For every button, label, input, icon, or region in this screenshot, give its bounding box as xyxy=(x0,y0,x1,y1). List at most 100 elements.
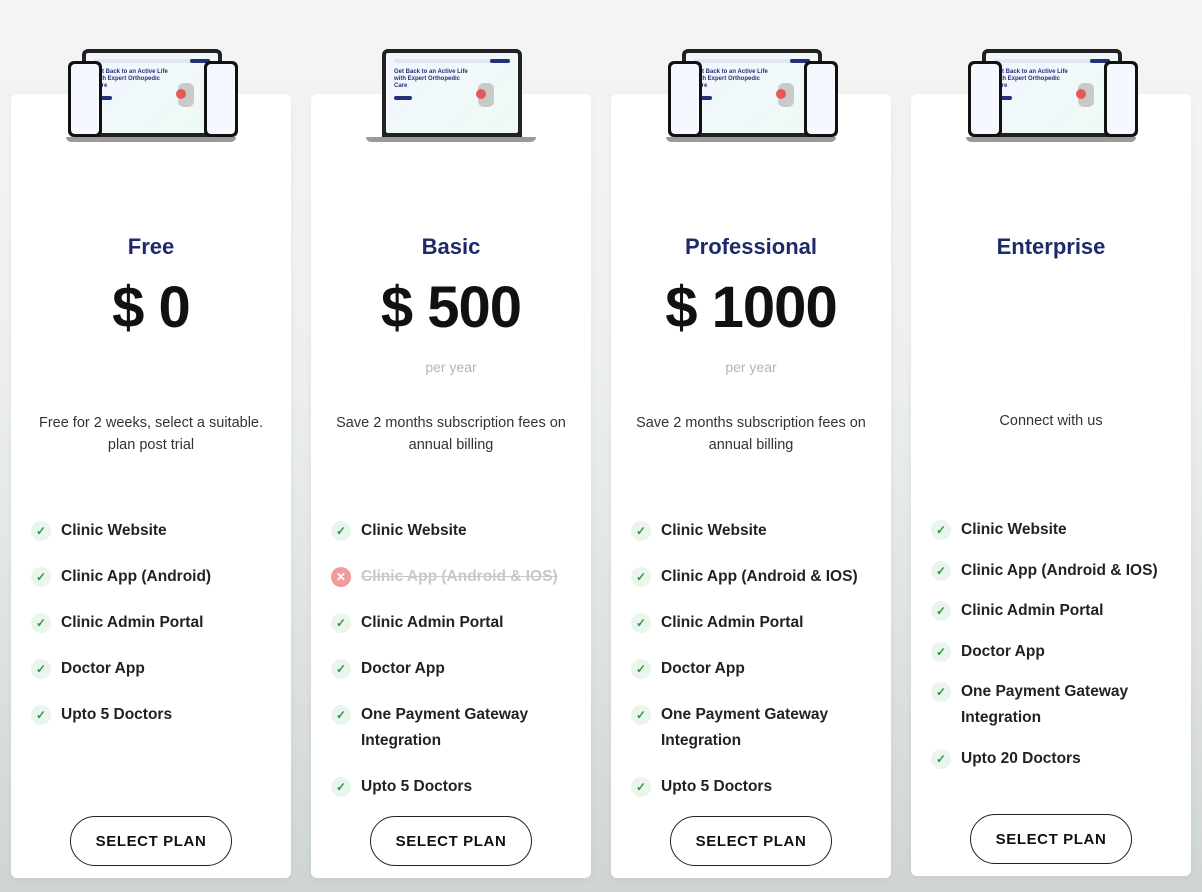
device-mockup-image: Get Back to an Active Life with Expert O… xyxy=(666,45,838,143)
feature-item: ✓ One Payment Gateway Integration xyxy=(631,702,881,754)
feature-list: ✓ Clinic Website ✓ Clinic App (Android) … xyxy=(31,518,281,748)
phone-mockup xyxy=(968,61,1002,137)
feature-label: Clinic Website xyxy=(61,522,167,539)
feature-label: One Payment Gateway Integration xyxy=(661,706,829,749)
check-icon: ✓ xyxy=(931,748,951,769)
select-plan-button[interactable]: SELECT PLAN xyxy=(70,816,232,866)
feature-item: ✓ Doctor App xyxy=(631,656,881,682)
mockup-headline: Get Back to an Active Life with Expert O… xyxy=(694,69,768,89)
feature-label: One Payment Gateway Integration xyxy=(361,706,529,749)
feature-item: ✓ Clinic Admin Portal xyxy=(631,610,881,636)
feature-label: Clinic App (Android & IOS) xyxy=(661,568,858,585)
plan-period: per year xyxy=(425,359,477,375)
feature-item: ✓ Upto 5 Doctors xyxy=(331,774,581,800)
laptop-mockup: Get Back to an Active Life with Expert O… xyxy=(382,49,522,137)
feature-item: ✓ Clinic Admin Portal xyxy=(31,610,281,636)
feature-label: Upto 5 Doctors xyxy=(661,778,773,795)
check-icon: ✓ xyxy=(31,705,51,725)
check-icon: ✓ xyxy=(331,705,351,725)
plan-price: $ 0 xyxy=(112,275,191,340)
check-icon: ✓ xyxy=(931,641,951,662)
check-icon: ✓ xyxy=(931,682,951,702)
feature-label: Upto 20 Doctors xyxy=(961,749,1081,767)
mockup-headline: Get Back to an Active Life with Expert O… xyxy=(94,69,168,89)
plan-price: $ 1000 xyxy=(665,275,837,340)
plan-description: Save 2 months subscription fees on annua… xyxy=(636,415,866,453)
check-icon: ✓ xyxy=(31,613,51,633)
plan-title: Enterprise xyxy=(996,234,1106,259)
mockup-headline: Get Back to an Active Life with Expert O… xyxy=(394,69,468,89)
device-mockup-image: Get Back to an Active Life with Expert O… xyxy=(966,45,1138,143)
feature-list: ✓ Clinic Website ✓ Clinic App (Android &… xyxy=(631,518,881,820)
check-icon: ✓ xyxy=(331,659,351,679)
x-circle-icon: ✕ xyxy=(331,567,351,587)
feature-item: ✓ Doctor App xyxy=(31,656,281,682)
plan-title: Free xyxy=(127,234,175,259)
feature-item: ✓ One Payment Gateway Integration xyxy=(331,702,581,754)
feature-label: Upto 5 Doctors xyxy=(61,706,173,723)
check-icon: ✓ xyxy=(631,521,651,541)
feature-item: ✓ Upto 5 Doctors xyxy=(31,702,281,728)
feature-label: Clinic Admin Portal xyxy=(661,614,804,631)
feature-label: One Payment Gateway Integration xyxy=(961,683,1129,726)
feature-item: ✓ Upto 5 Doctors xyxy=(631,774,881,800)
check-icon: ✓ xyxy=(331,613,351,633)
check-icon: ✓ xyxy=(31,521,51,541)
feature-list: ✓ Clinic Website ✕ Clinic App (Android &… xyxy=(331,518,581,820)
feature-label: Clinic App (Android & IOS) xyxy=(361,568,558,585)
laptop-mockup: Get Back to an Active Life with Expert O… xyxy=(982,49,1122,137)
feature-item: ✓ Clinic App (Android & IOS) xyxy=(931,558,1181,584)
feature-label: Clinic App (Android) xyxy=(61,568,212,585)
feature-item: ✕ Clinic App (Android & IOS) xyxy=(331,564,581,590)
feature-label: Clinic Website xyxy=(661,522,767,539)
feature-label: Doctor App xyxy=(961,642,1045,660)
feature-item: ✓ Clinic Website xyxy=(331,518,581,544)
plan-description: Save 2 months subscription fees on annua… xyxy=(336,415,566,453)
plan-period: per year xyxy=(725,359,777,375)
feature-label: Doctor App xyxy=(61,660,145,677)
plan-card-basic: Get Back to an Active Life with Expert O… xyxy=(311,49,591,878)
phone-mockup xyxy=(668,61,702,137)
feature-list: ✓ Clinic Website ✓ Clinic App (Android &… xyxy=(931,517,1181,786)
feature-label: Doctor App xyxy=(661,660,745,677)
check-icon: ✓ xyxy=(631,705,651,725)
check-icon: ✓ xyxy=(931,520,951,540)
check-icon: ✓ xyxy=(931,601,951,621)
check-icon: ✓ xyxy=(631,613,651,633)
feature-label: Clinic Admin Portal xyxy=(961,602,1104,619)
phone-mockup xyxy=(804,61,838,137)
select-plan-button[interactable]: SELECT PLAN xyxy=(370,816,532,866)
feature-item: ✓ One Payment Gateway Integration xyxy=(931,679,1181,731)
plan-price: $ 500 xyxy=(380,275,522,340)
check-icon: ✓ xyxy=(31,659,51,679)
select-plan-button[interactable]: SELECT PLAN xyxy=(970,814,1132,864)
feature-label: Upto 5 Doctors xyxy=(361,778,473,795)
check-icon: ✓ xyxy=(331,777,351,797)
feature-label: Clinic Admin Portal xyxy=(61,614,204,631)
laptop-mockup: Get Back to an Active Life with Expert O… xyxy=(682,49,822,137)
plan-description: Free for 2 weeks, select a suitable. pla… xyxy=(38,415,264,453)
plan-title: Professional xyxy=(684,234,818,259)
mockup-headline: Get Back to an Active Life with Expert O… xyxy=(994,69,1068,89)
plan-card-free: Get Back to an Active Life with Expert O… xyxy=(11,49,291,878)
laptop-mockup: Get Back to an Active Life with Expert O… xyxy=(82,49,222,137)
feature-item: ✓ Upto 20 Doctors xyxy=(931,746,1181,772)
feature-label: Doctor App xyxy=(361,660,445,677)
select-plan-button[interactable]: SELECT PLAN xyxy=(670,816,832,866)
phone-mockup xyxy=(1104,61,1138,137)
feature-item: ✓ Clinic Website xyxy=(31,518,281,544)
check-icon: ✓ xyxy=(631,777,651,797)
plan-card-enterprise: Get Back to an Active Life with Expert O… xyxy=(911,49,1191,876)
plan-title: Basic xyxy=(421,234,481,259)
feature-label: Clinic App (Android & IOS) xyxy=(961,561,1158,579)
device-mockup-image: Get Back to an Active Life with Expert O… xyxy=(66,45,238,143)
check-icon: ✓ xyxy=(31,567,51,587)
check-icon: ✓ xyxy=(631,567,651,587)
feature-item: ✓ Clinic Admin Portal xyxy=(931,598,1181,624)
feature-item: ✓ Doctor App xyxy=(331,656,581,682)
feature-label: Clinic Website xyxy=(961,521,1067,538)
feature-item: ✓ Doctor App xyxy=(931,639,1181,665)
check-icon: ✓ xyxy=(631,659,651,679)
phone-mockup xyxy=(204,61,238,137)
plan-card-professional: Get Back to an Active Life with Expert O… xyxy=(611,49,891,878)
